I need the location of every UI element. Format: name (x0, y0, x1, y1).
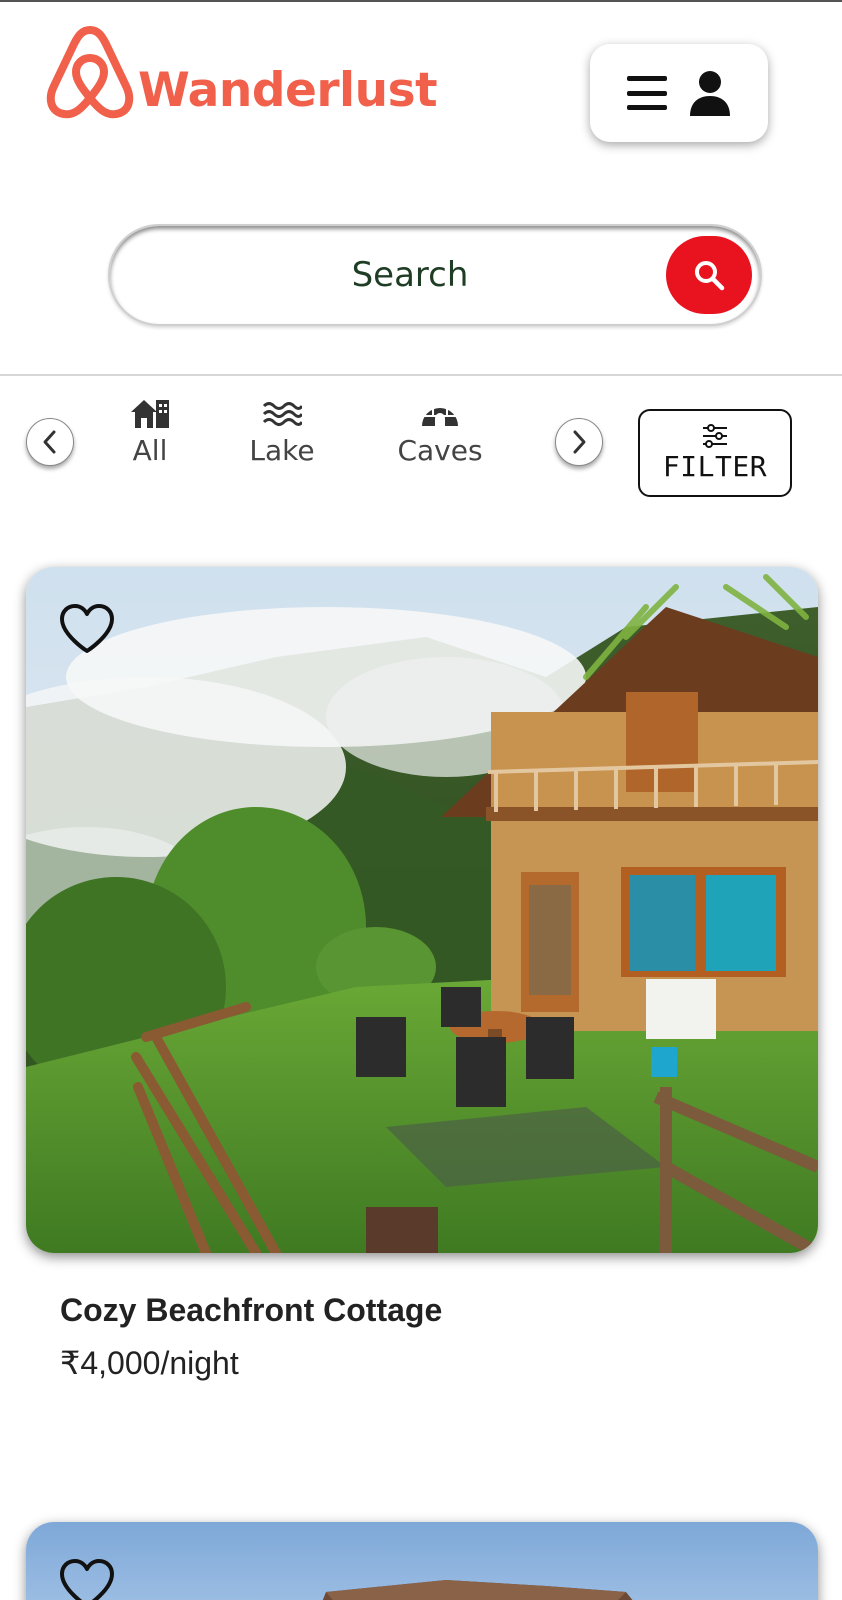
airbnb-loop-icon (46, 26, 134, 119)
listing-card[interactable] (26, 1522, 818, 1600)
brand-logo[interactable]: Wanderlust (44, 22, 438, 120)
heart-outline-icon[interactable] (58, 603, 116, 655)
category-next-button[interactable] (555, 418, 603, 466)
account-menu-button[interactable] (590, 44, 768, 142)
houses-icon (131, 400, 169, 428)
listing-image (26, 1522, 818, 1600)
category-all[interactable]: All (122, 396, 178, 467)
filter-label: FILTER (662, 449, 768, 483)
igloo-icon (422, 408, 458, 426)
listing-image (26, 567, 818, 1253)
category-prev-button[interactable] (26, 418, 74, 466)
chevron-left-icon (43, 430, 56, 454)
listing-card[interactable] (26, 567, 818, 1253)
hamburger-menu-icon (627, 76, 667, 110)
user-icon (690, 71, 730, 116)
category-caves[interactable]: Caves (392, 396, 488, 467)
listing-title[interactable]: Cozy Beachfront Cottage (60, 1292, 442, 1329)
filter-button[interactable]: FILTER (638, 409, 792, 497)
search-button[interactable] (666, 236, 752, 314)
search-icon (695, 261, 725, 291)
category-label: Lake (249, 434, 315, 467)
category-label: Caves (397, 434, 483, 467)
category-lake[interactable]: Lake (246, 396, 318, 467)
listing-price: ₹4,000/night (60, 1345, 239, 1381)
brand-name: Wanderlust (138, 63, 438, 118)
search-bar (108, 224, 762, 326)
heart-outline-icon[interactable] (58, 1558, 116, 1600)
header-divider (0, 374, 842, 376)
category-label: All (132, 434, 168, 467)
site-header: Wanderlust (0, 0, 842, 180)
water-waves-icon (262, 402, 302, 426)
search-input[interactable] (150, 244, 670, 306)
sliders-icon (703, 423, 727, 448)
chevron-right-icon (573, 430, 586, 454)
